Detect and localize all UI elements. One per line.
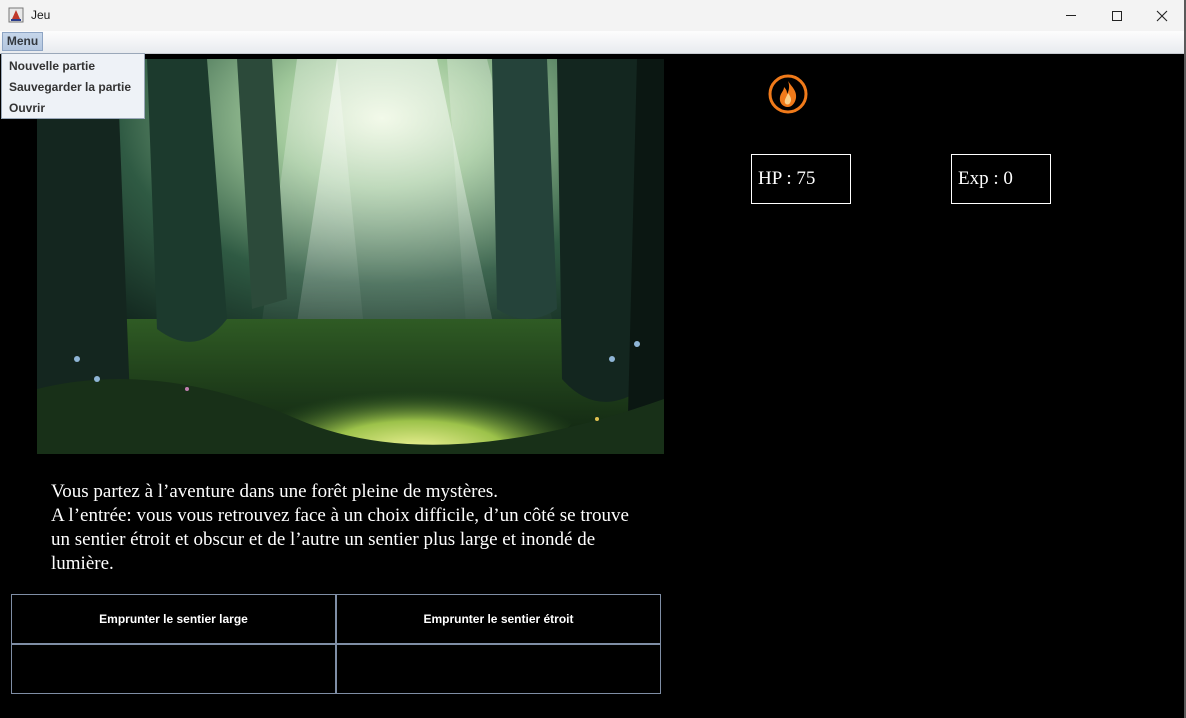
menu-dropdown: Nouvelle partie Sauvegarder la partie Ou… [1,53,145,119]
maximize-button[interactable] [1094,0,1140,31]
minimize-button[interactable] [1048,0,1094,31]
story-line: Vous partez à l’aventure dans une forêt … [51,481,499,502]
java-app-icon [8,7,24,23]
story-line: A l’entrée: vous vous retrouvez face à u… [51,505,629,526]
menu-item-new-game[interactable]: Nouvelle partie [9,59,95,73]
hp-display: HP : 75 [751,154,851,204]
menu-item-open[interactable]: Ouvrir [9,101,45,115]
choice-empty-button-3[interactable] [11,644,336,694]
fire-icon [768,74,808,114]
menu-bar: Menu [0,31,1186,54]
exp-display: Exp : 0 [951,154,1051,204]
menu-item-save-game[interactable]: Sauvegarder la partie [9,80,131,94]
maximize-icon [1112,11,1122,21]
choice-empty-button-4[interactable] [336,644,661,694]
story-line: lumière. [51,553,114,574]
story-line: un sentier étroit et obscur et de l’autr… [51,529,596,550]
close-icon [1156,10,1168,22]
choice-narrow-path-button[interactable]: Emprunter le sentier étroit [336,594,661,644]
window-title: Jeu [31,8,51,22]
minimize-icon [1066,15,1076,16]
close-button[interactable] [1139,0,1185,31]
title-bar: Jeu [0,0,1186,32]
menu-button[interactable]: Menu [2,32,43,51]
choice-wide-path-button[interactable]: Emprunter le sentier large [11,594,336,644]
story-text: Vous partez à l’aventure dans une forêt … [51,480,663,576]
